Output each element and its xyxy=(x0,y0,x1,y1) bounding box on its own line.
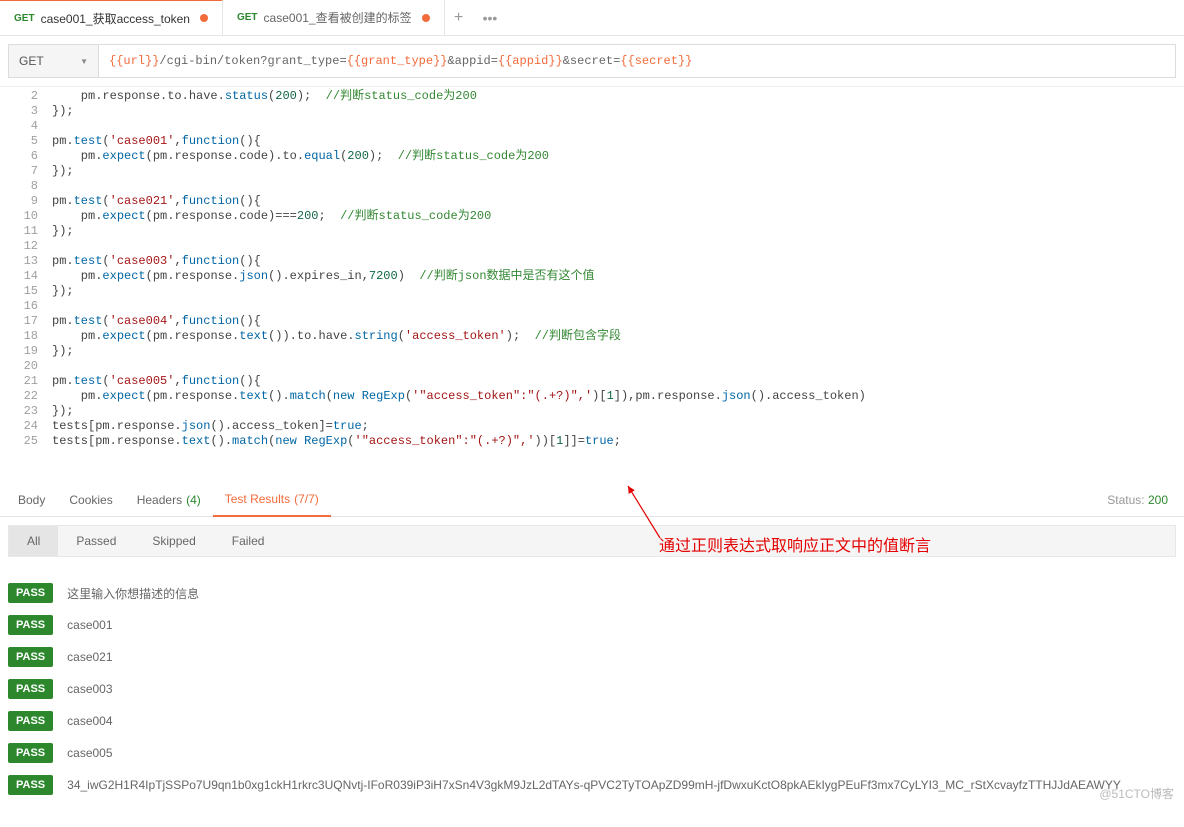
filter-all[interactable]: All xyxy=(9,526,58,556)
result-name: case005 xyxy=(67,746,112,760)
result-name: case021 xyxy=(67,650,112,664)
result-name: case004 xyxy=(67,714,112,728)
script-editor-wrap: 2345678910111213141516171819202122232425… xyxy=(0,86,1184,459)
tab-active[interactable]: GET case001_获取access_token xyxy=(0,0,223,35)
chevron-down-icon: ▼ xyxy=(80,57,88,66)
test-result-row: PASS case003 xyxy=(8,679,1176,699)
request-bar: GET ▼ {{url}}/cgi-bin/token?grant_type={… xyxy=(8,44,1176,78)
tab-inactive[interactable]: GET case001_查看被创建的标签 xyxy=(223,0,445,36)
pass-badge: PASS xyxy=(8,679,53,699)
pass-badge: PASS xyxy=(8,743,53,763)
tab-method: GET xyxy=(237,12,258,23)
pass-badge: PASS xyxy=(8,615,53,635)
tab-label: case001_查看被创建的标签 xyxy=(264,9,412,26)
unsaved-dot-icon xyxy=(422,14,430,22)
code-content[interactable]: pm.response.to.have.status(200); //判断sta… xyxy=(46,87,1184,459)
response-status: Status: 200 xyxy=(1107,493,1178,507)
result-name: case003 xyxy=(67,682,112,696)
test-result-row: PASS case001 xyxy=(8,615,1176,635)
filter-failed[interactable]: Failed xyxy=(214,526,283,556)
url-input[interactable]: {{url}}/cgi-bin/token?grant_type={{grant… xyxy=(99,45,1175,77)
pass-badge: PASS xyxy=(8,711,53,731)
annotation-text: 通过正则表达式取响应正文中的值断言 xyxy=(659,532,931,556)
response-tabs: Body Cookies Headers (4) Test Results (7… xyxy=(0,483,1184,517)
pass-badge: PASS xyxy=(8,583,53,603)
filter-skipped[interactable]: Skipped xyxy=(134,526,213,556)
filter-passed[interactable]: Passed xyxy=(58,526,134,556)
test-result-row: PASS 34_iwG2H1R4IpTjSSPo7U9qn1b0xg1ckH1rk… xyxy=(8,775,1176,795)
new-tab-button[interactable]: + xyxy=(445,9,473,27)
result-name: 这里输入你想描述的信息 xyxy=(67,585,199,602)
tab-label: case001_获取access_token xyxy=(41,10,190,27)
tab-overflow-button[interactable]: ••• xyxy=(473,10,508,26)
result-name: 34_iwG2H1R4IpTjSSPo7U9qn1b0xg1ckH1rkrc3U… xyxy=(67,778,1121,792)
http-method-label: GET xyxy=(19,54,44,68)
unsaved-dot-icon xyxy=(200,14,208,22)
resp-tab-cookies[interactable]: Cookies xyxy=(57,483,124,517)
test-results-list: PASS这里输入你想描述的信息 PASScase001 PASScase021 … xyxy=(0,565,1184,827)
result-name: case001 xyxy=(67,618,112,632)
http-method-select[interactable]: GET ▼ xyxy=(9,45,99,77)
result-filter-bar: All Passed Skipped Failed xyxy=(8,525,1176,557)
resp-tab-body[interactable]: Body xyxy=(6,483,57,517)
test-result-row: PASS case005 xyxy=(8,743,1176,763)
watermark: @51CTO博客 xyxy=(1099,785,1174,802)
tab-method: GET xyxy=(14,13,35,24)
tab-bar: GET case001_获取access_token GET case001_查… xyxy=(0,0,1184,36)
pass-badge: PASS xyxy=(8,775,53,795)
test-result-row: PASS case004 xyxy=(8,711,1176,731)
script-editor[interactable]: 2345678910111213141516171819202122232425… xyxy=(0,86,1184,459)
pass-badge: PASS xyxy=(8,647,53,667)
resp-tab-headers[interactable]: Headers (4) xyxy=(125,483,213,517)
line-gutter: 2345678910111213141516171819202122232425 xyxy=(0,87,46,459)
resp-tab-test-results[interactable]: Test Results (7/7) xyxy=(213,483,331,517)
test-result-row: PASS case021 xyxy=(8,647,1176,667)
test-result-row: PASS 这里输入你想描述的信息 xyxy=(8,583,1176,603)
